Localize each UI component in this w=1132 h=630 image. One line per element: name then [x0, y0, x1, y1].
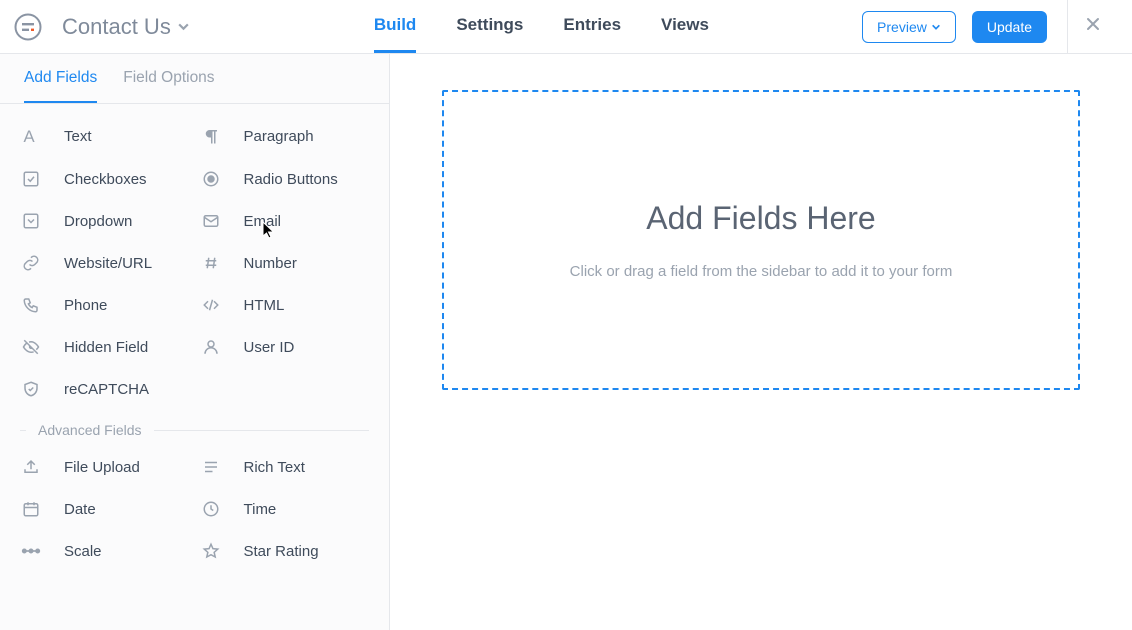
- field-scale[interactable]: Scale: [20, 542, 190, 560]
- radio-icon: [200, 170, 222, 188]
- sidebar-tab-field-options[interactable]: Field Options: [123, 54, 214, 103]
- field-recaptcha[interactable]: reCAPTCHA: [20, 380, 190, 398]
- field-label: Hidden Field: [64, 339, 148, 356]
- app-logo-icon: [14, 13, 42, 41]
- field-phone[interactable]: Phone: [20, 296, 190, 314]
- editor-body: Add Fields Field Options A Text Paragrap…: [0, 54, 1132, 630]
- sidebar: Add Fields Field Options A Text Paragrap…: [0, 54, 390, 630]
- advanced-fields-label: Advanced Fields: [38, 422, 142, 438]
- field-hidden[interactable]: Hidden Field: [20, 338, 190, 356]
- preview-button[interactable]: Preview: [862, 11, 956, 43]
- html-icon: [200, 296, 222, 314]
- hidden-icon: [20, 338, 42, 356]
- paragraph-icon: [200, 127, 222, 145]
- field-date[interactable]: Date: [20, 500, 190, 518]
- advanced-fields-divider: Advanced Fields: [20, 414, 369, 452]
- field-label: Phone: [64, 297, 107, 314]
- field-paragraph[interactable]: Paragraph: [200, 126, 370, 146]
- field-label: Checkboxes: [64, 171, 147, 188]
- sidebar-tabs: Add Fields Field Options: [0, 54, 389, 104]
- basic-fields-grid: A Text Paragraph Checkboxes Radio Button…: [20, 120, 369, 414]
- primary-tabs: Build Settings Entries Views: [374, 0, 709, 53]
- field-label: Dropdown: [64, 213, 132, 230]
- field-label: Date: [64, 501, 96, 518]
- dropdown-icon: [20, 212, 42, 230]
- field-dropdown[interactable]: Dropdown: [20, 212, 190, 230]
- field-label: Text: [64, 128, 92, 145]
- number-icon: [200, 254, 222, 272]
- tab-views[interactable]: Views: [661, 0, 709, 53]
- form-title-dropdown[interactable]: Contact Us: [62, 14, 190, 40]
- tab-entries[interactable]: Entries: [563, 0, 621, 53]
- form-title: Contact Us: [62, 14, 171, 40]
- field-label: Time: [244, 501, 277, 518]
- field-label: Scale: [64, 543, 102, 560]
- drop-zone[interactable]: Add Fields Here Click or drag a field fr…: [442, 90, 1080, 390]
- field-time[interactable]: Time: [200, 500, 370, 518]
- email-icon: [200, 212, 222, 230]
- field-label: reCAPTCHA: [64, 381, 149, 398]
- shield-icon: [20, 380, 42, 398]
- field-label: Email: [244, 213, 282, 230]
- drop-zone-subtitle: Click or drag a field from the sidebar t…: [570, 263, 953, 280]
- field-label: Paragraph: [244, 128, 314, 145]
- caret-down-icon: [931, 19, 941, 35]
- calendar-icon: [20, 500, 42, 518]
- advanced-fields-grid: File Upload Rich Text Date Time Scale: [20, 452, 369, 576]
- text-lines-icon: [200, 458, 222, 476]
- svg-text:A: A: [24, 127, 36, 146]
- text-icon: A: [20, 126, 42, 146]
- field-label: User ID: [244, 339, 295, 356]
- field-star-rating[interactable]: Star Rating: [200, 542, 370, 560]
- user-icon: [200, 338, 222, 356]
- field-label: Radio Buttons: [244, 171, 338, 188]
- field-website-url[interactable]: Website/URL: [20, 254, 190, 272]
- field-user-id[interactable]: User ID: [200, 338, 370, 356]
- field-label: Star Rating: [244, 543, 319, 560]
- field-file-upload[interactable]: File Upload: [20, 458, 190, 476]
- field-checkboxes[interactable]: Checkboxes: [20, 170, 190, 188]
- field-email[interactable]: Email: [200, 212, 370, 230]
- field-label: Rich Text: [244, 459, 305, 476]
- drop-zone-title: Add Fields Here: [646, 200, 875, 237]
- field-label: Number: [244, 255, 297, 272]
- phone-icon: [20, 296, 42, 314]
- fields-panel: A Text Paragraph Checkboxes Radio Button…: [0, 104, 389, 576]
- form-canvas: Add Fields Here Click or drag a field fr…: [390, 54, 1132, 630]
- scale-icon: [20, 545, 42, 557]
- upload-icon: [20, 458, 42, 476]
- field-label: File Upload: [64, 459, 140, 476]
- app-header: Contact Us Build Settings Entries Views …: [0, 0, 1132, 54]
- field-radio-buttons[interactable]: Radio Buttons: [200, 170, 370, 188]
- field-text[interactable]: A Text: [20, 126, 190, 146]
- close-button[interactable]: [1067, 0, 1118, 53]
- field-number[interactable]: Number: [200, 254, 370, 272]
- tab-settings[interactable]: Settings: [456, 0, 523, 53]
- field-html[interactable]: HTML: [200, 296, 370, 314]
- tab-build[interactable]: Build: [374, 0, 417, 53]
- link-icon: [20, 254, 42, 272]
- clock-icon: [200, 500, 222, 518]
- field-label: HTML: [244, 297, 285, 314]
- star-icon: [200, 542, 222, 560]
- close-icon: [1084, 15, 1102, 38]
- sidebar-tab-add-fields[interactable]: Add Fields: [24, 54, 97, 103]
- checkbox-icon: [20, 170, 42, 188]
- field-rich-text[interactable]: Rich Text: [200, 458, 370, 476]
- caret-down-icon: [177, 20, 190, 33]
- field-label: Website/URL: [64, 255, 152, 272]
- update-button[interactable]: Update: [972, 11, 1047, 43]
